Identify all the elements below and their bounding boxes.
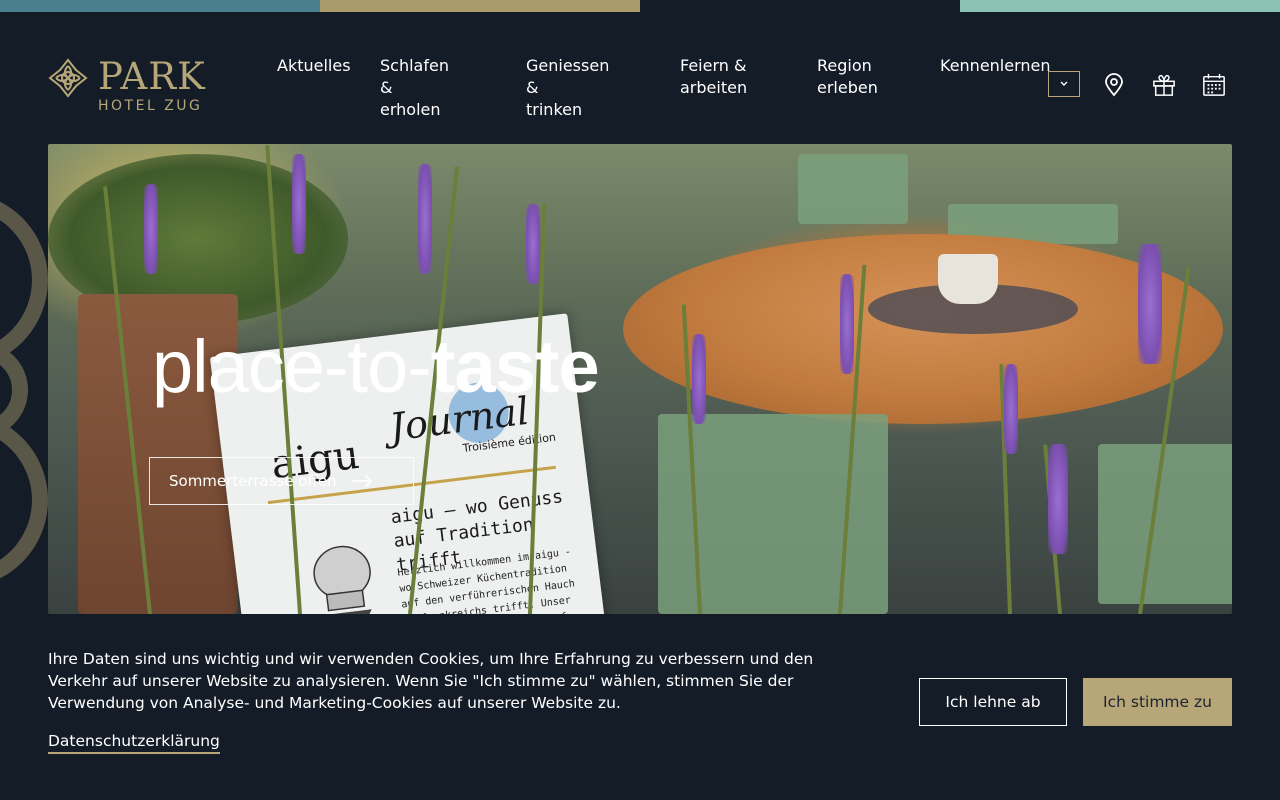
lavender-bloom <box>1004 364 1018 454</box>
nav-item-schlafen[interactable]: Schlafen & erholen <box>380 55 449 121</box>
nav-item-kennenlernen[interactable]: Kennenlernen <box>940 55 1051 77</box>
location-pin-icon <box>1105 73 1123 97</box>
lavender-bloom <box>292 154 306 254</box>
color-segment <box>960 0 1280 12</box>
nav-item-geniessen[interactable]: Geniessen & trinken <box>526 55 609 121</box>
summer-terrace-button-label: Sommerterrasse offen <box>169 472 337 490</box>
nav-item-region[interactable]: Region erleben <box>817 55 878 99</box>
accept-cookies-button[interactable]: Ich stimme zu <box>1083 678 1232 726</box>
lavender-bloom <box>1048 444 1068 554</box>
lavender-bloom <box>692 334 706 424</box>
summer-terrace-button[interactable]: Sommerterrasse offen <box>149 457 414 505</box>
privacy-policy-link[interactable]: Datenschutzerklärung <box>48 732 220 754</box>
color-segment <box>320 0 640 12</box>
top-color-bar <box>0 0 1280 12</box>
hero-title-bold: taste <box>430 325 600 408</box>
lavender-bloom <box>1138 244 1162 364</box>
hero-title: place-to-taste <box>152 322 600 412</box>
color-segment <box>0 0 320 12</box>
hero-banner: aigu Journal Troisième édition aigu – wo… <box>48 144 1232 614</box>
chef-hat-icon <box>313 545 372 614</box>
language-dropdown[interactable] <box>1048 71 1080 97</box>
cookie-banner: Ihre Daten sind uns wichtig und wir verw… <box>0 614 1280 800</box>
lavender-bloom <box>418 164 432 274</box>
logo-title: PARK <box>98 55 206 98</box>
logo-emblem-icon <box>48 58 88 98</box>
color-segment <box>640 0 960 12</box>
cup-photo-element <box>938 254 998 304</box>
nav-item-aktuelles[interactable]: Aktuelles <box>277 55 351 77</box>
chair-photo-element <box>798 154 908 224</box>
nav-item-feiern[interactable]: Feiern & arbeiten <box>680 55 747 99</box>
decline-cookies-button[interactable]: Ich lehne ab <box>919 678 1067 726</box>
chevron-down-icon <box>1060 81 1068 86</box>
hero-title-light: place-to- <box>152 325 432 408</box>
calendar-button[interactable] <box>1202 72 1226 98</box>
lavender-bloom <box>526 204 540 284</box>
logo-subtitle: HOTEL ZUG <box>98 98 203 114</box>
location-button[interactable] <box>1102 72 1126 98</box>
chair-photo-element <box>1098 444 1232 604</box>
lavender-bloom <box>840 274 854 374</box>
hotel-logo[interactable]: PARK HOTEL ZUG <box>48 58 206 114</box>
calendar-icon <box>1203 73 1225 96</box>
arrow-right-icon <box>351 474 372 488</box>
gift-icon <box>1153 74 1175 96</box>
lavender-bloom <box>144 184 158 274</box>
cookie-banner-text: Ihre Daten sind uns wichtig und wir verw… <box>48 650 814 712</box>
gift-button[interactable] <box>1152 72 1176 98</box>
